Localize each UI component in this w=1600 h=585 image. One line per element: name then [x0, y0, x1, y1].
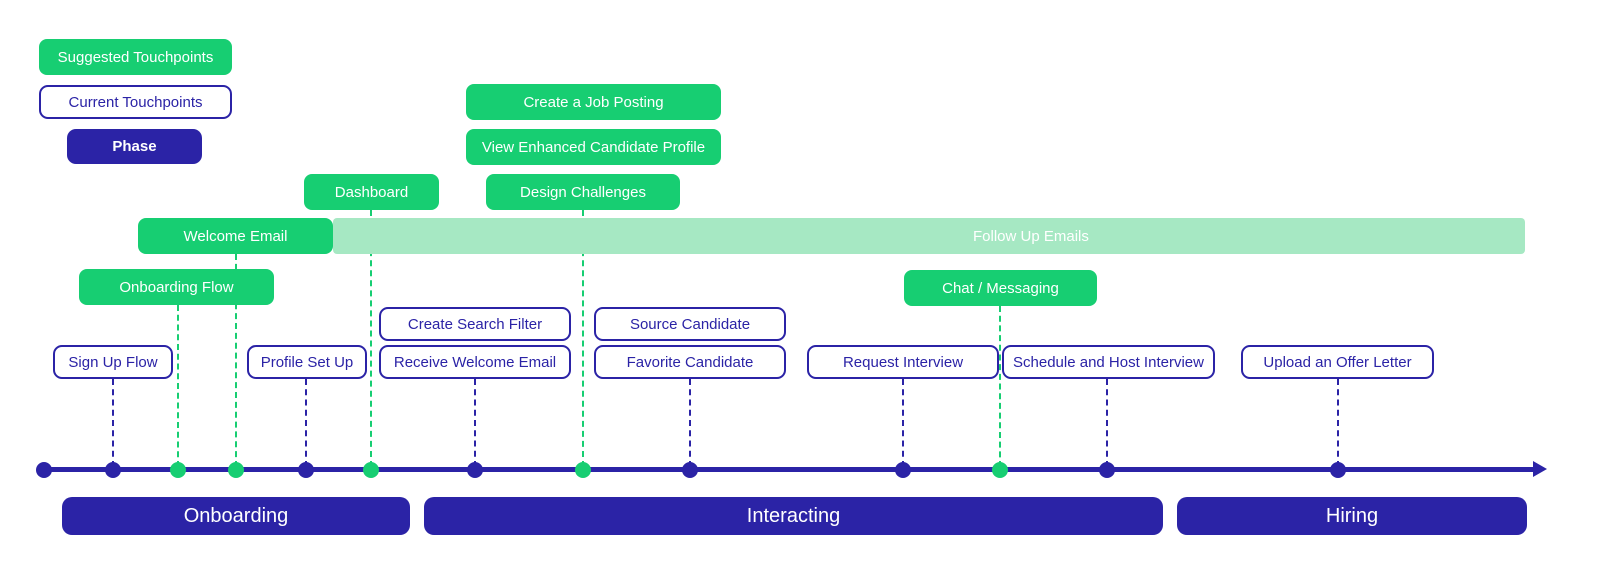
- timeline-arrow-icon: [1533, 461, 1547, 477]
- current-touchpoint-request-interview[interactable]: Request Interview: [807, 345, 999, 379]
- current-touchpoint-favorite-candidate[interactable]: Favorite Candidate: [594, 345, 786, 379]
- connector-line-blue-6: [305, 379, 307, 467]
- connector-line-green-4: [999, 306, 1001, 467]
- current-touchpoint-receive-welcome-email[interactable]: Receive Welcome Email: [379, 345, 571, 379]
- suggested-touchpoint-welcome-email[interactable]: Welcome Email: [138, 218, 333, 254]
- current-touchpoint-label: Request Interview: [842, 353, 964, 371]
- current-touchpoint-label: Receive Welcome Email: [393, 353, 557, 371]
- suggested-touchpoint-design-challenges[interactable]: Design Challenges: [486, 174, 680, 210]
- current-touchpoint-label: Upload an Offer Letter: [1263, 353, 1412, 371]
- timeline-dot-8[interactable]: [682, 462, 698, 478]
- current-touchpoint-create-search-filter[interactable]: Create Search Filter: [379, 307, 571, 341]
- timeline-dot-6[interactable]: [467, 462, 483, 478]
- timeline-dot-0[interactable]: [36, 462, 52, 478]
- timeline-dot-11[interactable]: [1099, 462, 1115, 478]
- legend-item-current-touchpoints: Current Touchpoints: [39, 85, 232, 119]
- timeline-axis-line: [40, 467, 1540, 472]
- phase-bar-interacting[interactable]: Interacting: [424, 497, 1163, 535]
- suggested-touchpoint-label: Onboarding Flow: [119, 278, 234, 296]
- connector-line-blue-7: [474, 379, 476, 467]
- suggested-touchpoint-follow-up-emails[interactable]: Follow Up Emails: [333, 218, 1525, 254]
- phase-bar-onboarding[interactable]: Onboarding: [62, 497, 410, 535]
- suggested-touchpoint-view-enhanced-candidate-profile[interactable]: View Enhanced Candidate Profile: [466, 129, 721, 165]
- timeline-dot-1[interactable]: [105, 462, 121, 478]
- connector-line-green-0: [177, 305, 179, 467]
- suggested-touchpoint-label: Create a Job Posting: [523, 93, 664, 111]
- connector-line-blue-9: [902, 379, 904, 467]
- connector-line-blue-8: [689, 379, 691, 467]
- phase-bar-hiring[interactable]: Hiring: [1177, 497, 1527, 535]
- phase-label: Onboarding: [183, 505, 289, 527]
- suggested-touchpoint-dashboard[interactable]: Dashboard: [304, 174, 439, 210]
- suggested-touchpoint-chat-messaging[interactable]: Chat / Messaging: [904, 270, 1097, 306]
- follow-up-emails-label: Follow Up Emails: [973, 227, 1089, 245]
- legend-label-current-touchpoints: Current Touchpoints: [68, 93, 203, 111]
- current-touchpoint-source-candidate[interactable]: Source Candidate: [594, 307, 786, 341]
- journey-timeline-diagram: Suggested Touchpoints Current Touchpoint…: [0, 0, 1600, 585]
- phase-label: Interacting: [746, 505, 841, 527]
- legend-item-suggested-touchpoints: Suggested Touchpoints: [39, 39, 232, 75]
- current-touchpoint-label: Favorite Candidate: [626, 353, 754, 371]
- suggested-touchpoint-label: View Enhanced Candidate Profile: [481, 138, 706, 156]
- suggested-touchpoint-label: Chat / Messaging: [942, 279, 1059, 297]
- legend-item-phase: Phase: [67, 129, 202, 164]
- timeline-dot-10[interactable]: [992, 462, 1008, 478]
- current-touchpoint-schedule-and-host-interview[interactable]: Schedule and Host Interview: [1002, 345, 1215, 379]
- connector-line-blue-10: [1106, 379, 1108, 467]
- suggested-touchpoint-label: Welcome Email: [183, 227, 288, 245]
- suggested-touchpoint-create-a-job-posting[interactable]: Create a Job Posting: [466, 84, 721, 120]
- current-touchpoint-label: Profile Set Up: [260, 353, 354, 371]
- current-touchpoint-label: Schedule and Host Interview: [1013, 353, 1204, 371]
- current-touchpoint-label: Create Search Filter: [407, 315, 543, 333]
- phase-label: Hiring: [1325, 505, 1379, 527]
- timeline-dot-3[interactable]: [228, 462, 244, 478]
- timeline-dot-9[interactable]: [895, 462, 911, 478]
- connector-line-blue-5: [112, 379, 114, 467]
- timeline-dot-4[interactable]: [298, 462, 314, 478]
- current-touchpoint-sign-up-flow[interactable]: Sign Up Flow: [53, 345, 173, 379]
- connector-line-blue-11: [1337, 379, 1339, 467]
- legend-label-suggested-touchpoints: Suggested Touchpoints: [57, 48, 214, 66]
- timeline-dot-7[interactable]: [575, 462, 591, 478]
- timeline-dot-2[interactable]: [170, 462, 186, 478]
- suggested-touchpoint-label: Design Challenges: [520, 183, 646, 201]
- current-touchpoint-label: Sign Up Flow: [68, 353, 158, 371]
- timeline-dot-12[interactable]: [1330, 462, 1346, 478]
- suggested-touchpoint-onboarding-flow[interactable]: Onboarding Flow: [79, 269, 274, 305]
- current-touchpoint-profile-set-up[interactable]: Profile Set Up: [247, 345, 367, 379]
- timeline-dot-5[interactable]: [363, 462, 379, 478]
- legend-label-phase: Phase: [112, 138, 157, 155]
- current-touchpoint-label: Source Candidate: [629, 315, 751, 333]
- current-touchpoint-upload-an-offer-letter[interactable]: Upload an Offer Letter: [1241, 345, 1434, 379]
- suggested-touchpoint-label: Dashboard: [334, 183, 409, 201]
